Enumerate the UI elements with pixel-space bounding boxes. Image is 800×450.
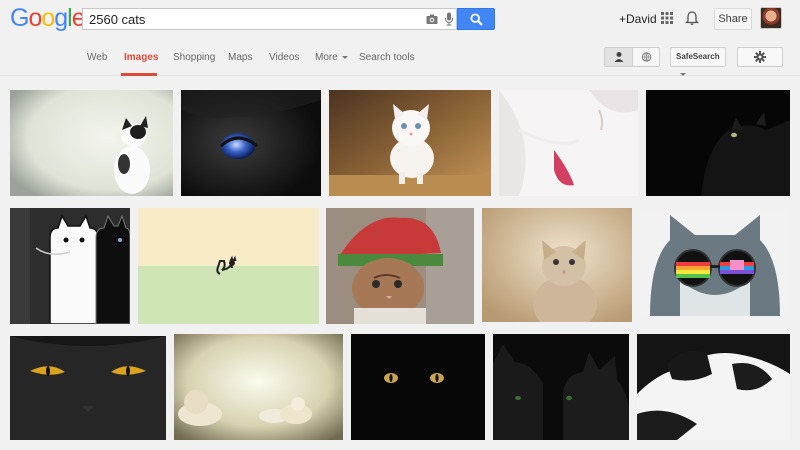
- result-image: [10, 208, 130, 324]
- image-result[interactable]: [329, 90, 491, 196]
- microphone-icon[interactable]: [444, 12, 454, 26]
- notifications-bell-icon[interactable]: [685, 11, 699, 26]
- google-logo[interactable]: Google: [10, 4, 86, 33]
- personal-results-toggle: [604, 47, 660, 67]
- image-result[interactable]: [482, 208, 632, 322]
- share-button[interactable]: Share: [714, 8, 752, 30]
- personal-results-button[interactable]: [605, 48, 633, 66]
- image-result[interactable]: [326, 208, 474, 324]
- result-image: [174, 334, 343, 440]
- tab-videos[interactable]: Videos: [269, 52, 299, 63]
- active-tab-indicator: [121, 73, 157, 76]
- tab-shopping[interactable]: Shopping: [173, 52, 215, 63]
- result-image: [637, 334, 790, 440]
- result-image: [138, 208, 319, 324]
- logo-letter: G: [10, 4, 29, 32]
- logo-letter: o: [41, 4, 55, 32]
- result-image: [181, 90, 321, 196]
- tab-more-label: More: [315, 52, 338, 63]
- result-image: [326, 208, 474, 324]
- chevron-down-icon: [680, 73, 686, 77]
- tab-web[interactable]: Web: [87, 52, 107, 63]
- search-box: [82, 8, 457, 30]
- image-result[interactable]: [174, 334, 343, 440]
- image-result[interactable]: [646, 90, 790, 196]
- search-icon: [470, 13, 483, 26]
- search-tools-button[interactable]: Search tools: [359, 52, 415, 63]
- image-result[interactable]: [499, 90, 638, 196]
- apps-grid-icon[interactable]: [661, 12, 673, 24]
- global-results-button[interactable]: [633, 48, 660, 66]
- result-image: [10, 90, 173, 196]
- result-image: [646, 90, 790, 196]
- logo-letter: o: [28, 4, 42, 32]
- image-result[interactable]: [351, 334, 485, 440]
- camera-icon[interactable]: [426, 13, 438, 25]
- user-profile-link[interactable]: +David: [619, 12, 657, 26]
- person-icon: [614, 52, 624, 62]
- result-image: [640, 210, 790, 316]
- image-result[interactable]: [493, 334, 629, 440]
- result-image: [482, 208, 632, 322]
- result-image: [329, 90, 491, 196]
- image-result[interactable]: [181, 90, 321, 196]
- logo-letter: g: [54, 4, 68, 32]
- gear-icon: [754, 51, 766, 63]
- image-result[interactable]: [640, 210, 790, 316]
- tab-images[interactable]: Images: [124, 52, 158, 63]
- image-result[interactable]: [10, 336, 166, 440]
- chevron-down-icon: [341, 55, 348, 59]
- search-button[interactable]: [457, 8, 495, 30]
- tab-maps[interactable]: Maps: [228, 52, 252, 63]
- image-result[interactable]: [138, 208, 319, 324]
- result-image: [10, 336, 166, 440]
- tab-more[interactable]: More: [315, 52, 348, 63]
- safesearch-button[interactable]: SafeSearch: [670, 47, 726, 77]
- image-result[interactable]: [10, 90, 173, 196]
- search-input[interactable]: [83, 9, 413, 29]
- settings-button[interactable]: [737, 47, 783, 67]
- safesearch-label: SafeSearch: [676, 52, 720, 61]
- avatar[interactable]: [760, 7, 782, 29]
- top-bar: Google +David Share: [0, 0, 800, 38]
- result-image: [493, 334, 629, 440]
- result-image: [351, 334, 485, 440]
- globe-icon: [641, 52, 652, 62]
- result-image: [499, 90, 638, 196]
- image-result[interactable]: [10, 208, 130, 324]
- image-result[interactable]: [637, 334, 790, 440]
